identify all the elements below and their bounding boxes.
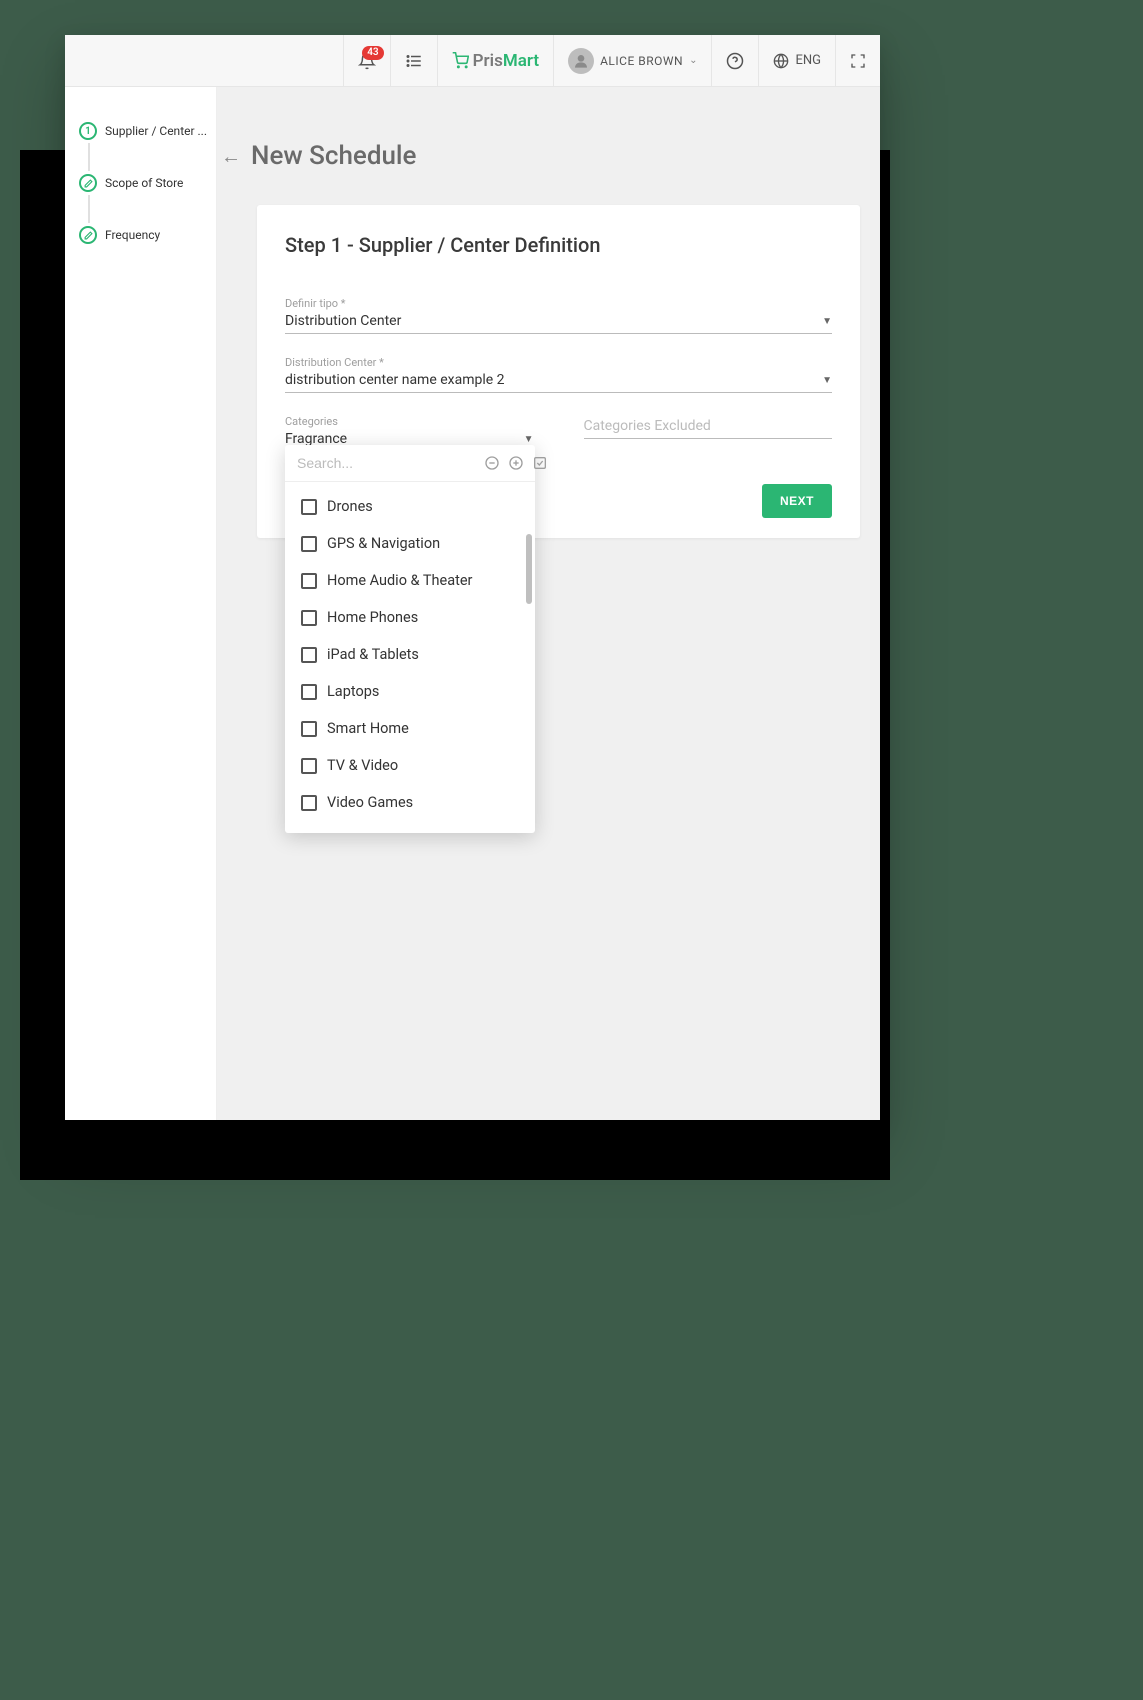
checkbox-icon[interactable]	[301, 758, 317, 774]
pencil-icon	[79, 226, 97, 244]
sidebar-step-label: Frequency	[105, 228, 160, 242]
step-card: Step 1 - Supplier / Center Definition De…	[257, 205, 860, 538]
next-button[interactable]: NEXT	[762, 484, 832, 518]
category-option[interactable]: Laptops	[285, 673, 535, 710]
globe-icon	[773, 53, 789, 69]
field-categories-label: Categories	[285, 415, 534, 428]
plus-circle-icon[interactable]	[508, 455, 524, 471]
checkbox-icon[interactable]	[301, 795, 317, 811]
dropdown-search-input[interactable]	[297, 455, 478, 471]
dropdown-list[interactable]: Drones GPS & Navigation Home Audio & The…	[285, 482, 535, 833]
dropdown-arrow-icon: ▼	[822, 316, 832, 327]
checkbox-icon[interactable]	[301, 573, 317, 589]
sidebar-step-1[interactable]: 1 Supplier / Center ...	[79, 122, 209, 140]
avatar	[568, 48, 594, 74]
help-button[interactable]	[711, 35, 758, 86]
list-icon	[405, 52, 423, 70]
minus-circle-icon[interactable]	[484, 455, 500, 471]
category-option[interactable]: iPad & Tablets	[285, 636, 535, 673]
fullscreen-button[interactable]	[835, 35, 880, 86]
user-menu[interactable]: ALICE BROWN ⌄	[553, 35, 711, 86]
card-title: Step 1 - Supplier / Center Definition	[285, 233, 832, 257]
fullscreen-icon	[850, 53, 866, 69]
brand-logo[interactable]: PrisMart	[437, 35, 553, 86]
back-arrow-icon[interactable]: ←	[221, 144, 241, 169]
checkbox-icon[interactable]	[301, 684, 317, 700]
help-icon	[726, 52, 744, 70]
scrollbar-thumb[interactable]	[526, 534, 532, 604]
menu-list-button[interactable]	[390, 35, 437, 86]
topbar: 43 PrisMart ALICE BROWN ⌄	[65, 35, 880, 87]
checkbox-icon[interactable]	[301, 499, 317, 515]
category-option[interactable]: Smart Home	[285, 710, 535, 747]
notification-badge: 43	[362, 46, 383, 60]
language-button[interactable]: ENG	[758, 35, 835, 86]
dropdown-arrow-icon: ▼	[524, 434, 534, 445]
app-frame: 43 PrisMart ALICE BROWN ⌄	[65, 35, 880, 1120]
step-sidebar: 1 Supplier / Center ... Scope of Store F…	[65, 87, 217, 1120]
sidebar-step-2[interactable]: Scope of Store	[79, 174, 209, 192]
category-option[interactable]: Home Audio & Theater	[285, 562, 535, 599]
chevron-down-icon: ⌄	[689, 55, 697, 66]
checkbox-icon[interactable]	[301, 721, 317, 737]
checkbox-icon[interactable]	[301, 647, 317, 663]
page-title: New Schedule	[251, 141, 416, 171]
categories-dropdown: Drones GPS & Navigation Home Audio & The…	[285, 445, 535, 833]
sidebar-step-3[interactable]: Frequency	[79, 226, 209, 244]
sidebar-step-label: Supplier / Center ...	[105, 124, 207, 138]
category-option[interactable]: GPS & Navigation	[285, 525, 535, 562]
pencil-icon	[79, 174, 97, 192]
cart-icon	[452, 52, 469, 69]
field-type-label: Definir tipo *	[285, 297, 832, 310]
check-square-icon[interactable]	[532, 455, 548, 471]
category-option[interactable]: Drones	[285, 488, 535, 525]
categories-excluded-select[interactable]: Categories Excluded	[584, 418, 833, 439]
checkbox-icon[interactable]	[301, 610, 317, 626]
notifications-button[interactable]: 43	[343, 35, 390, 86]
checkbox-icon[interactable]	[301, 536, 317, 552]
step-number-icon: 1	[79, 122, 97, 140]
sidebar-step-label: Scope of Store	[105, 176, 183, 190]
field-dc-label: Distribution Center *	[285, 356, 832, 369]
category-option[interactable]: TV & Video	[285, 747, 535, 784]
type-select[interactable]: Distribution Center ▼	[285, 313, 832, 334]
category-option[interactable]: Video Games	[285, 784, 535, 821]
dropdown-arrow-icon: ▼	[822, 375, 832, 386]
distribution-center-select[interactable]: distribution center name example 2 ▼	[285, 372, 832, 393]
category-option[interactable]: Home Phones	[285, 599, 535, 636]
